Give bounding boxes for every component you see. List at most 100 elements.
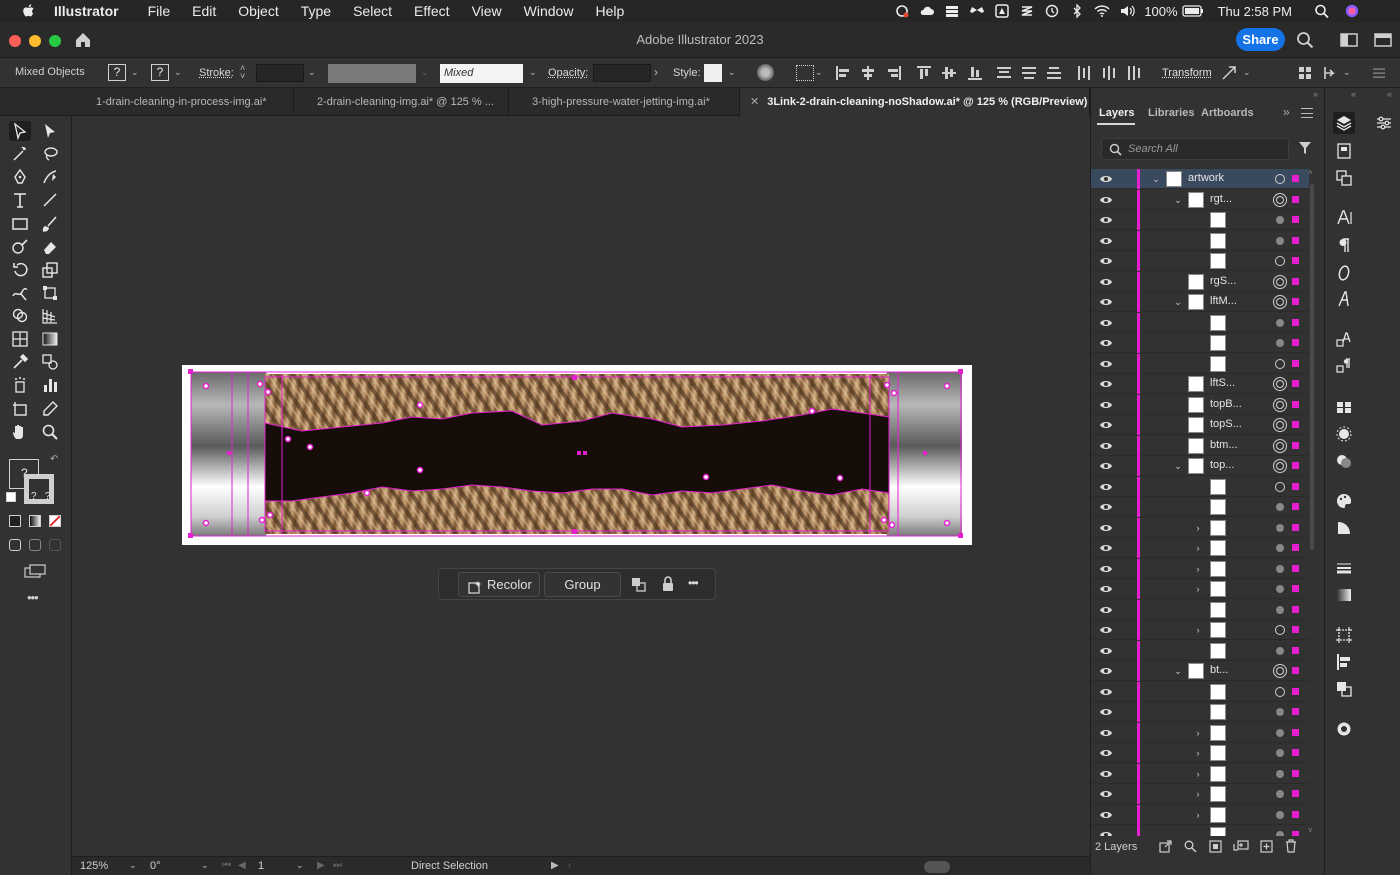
selection-indicator[interactable] — [1292, 749, 1299, 756]
free-transform-tool-icon[interactable] — [39, 283, 61, 303]
visibility-eye-icon[interactable] — [1099, 583, 1113, 595]
layer-name[interactable]: lftM... — [1210, 295, 1237, 307]
visibility-eye-icon[interactable] — [1099, 440, 1113, 452]
document-tab-3[interactable]: 3-high-pressure-water-jetting-img.ai* — [509, 88, 740, 116]
target-appearance-icon[interactable] — [1276, 810, 1284, 819]
visibility-eye-icon[interactable] — [1099, 337, 1113, 349]
new-sublayer-icon[interactable] — [1233, 840, 1249, 853]
visibility-eye-icon[interactable] — [1099, 604, 1113, 616]
none-mode-icon[interactable] — [49, 515, 61, 527]
target-appearance-icon[interactable] — [1276, 298, 1284, 306]
menu-app-name[interactable]: Illustrator — [54, 3, 119, 19]
expand-chevron-icon[interactable]: › — [1193, 563, 1203, 575]
volume-icon[interactable] — [1119, 4, 1136, 18]
visibility-eye-icon[interactable] — [1099, 768, 1113, 780]
layer-row[interactable] — [1091, 353, 1309, 374]
lock-toggle[interactable] — [1119, 397, 1133, 413]
scale-tool-icon[interactable] — [39, 260, 61, 280]
symbols-panel-icon[interactable] — [1333, 450, 1355, 472]
spotlight-search-icon[interactable] — [1314, 4, 1330, 18]
menu-select[interactable]: Select — [353, 3, 392, 19]
selection-indicator[interactable] — [1292, 380, 1299, 387]
zoom-chevron-icon[interactable]: ⌄ — [129, 860, 137, 871]
align-left-icon[interactable] — [835, 65, 851, 81]
menu-view[interactable]: View — [472, 3, 502, 19]
lock-toggle[interactable] — [1119, 417, 1133, 433]
layer-row[interactable] — [1091, 230, 1309, 251]
layer-name[interactable]: lftS... — [1210, 377, 1235, 389]
target-appearance-icon[interactable] — [1276, 790, 1284, 798]
menu-type[interactable]: Type — [301, 3, 331, 19]
lock-icon[interactable] — [661, 576, 675, 592]
recolor-button[interactable]: Recolor — [458, 572, 540, 597]
blend-tool-icon[interactable] — [39, 352, 61, 372]
selection-indicator[interactable] — [1292, 257, 1299, 264]
layer-row[interactable] — [1091, 251, 1309, 271]
stroke-indicator[interactable]: ? ? — [24, 474, 54, 504]
layer-row[interactable] — [1091, 476, 1309, 497]
target-appearance-icon[interactable] — [1276, 462, 1284, 470]
tab-artboards[interactable]: Artboards — [1201, 107, 1254, 119]
strip2-collapse-icon[interactable]: « — [1387, 89, 1392, 99]
drive-icon[interactable] — [994, 4, 1010, 18]
layer-search-input[interactable]: Search All — [1128, 143, 1178, 155]
last-artboard-icon[interactable]: ⏭ — [333, 860, 342, 871]
visibility-eye-icon[interactable] — [1099, 317, 1113, 329]
gradient-tool-icon[interactable] — [39, 329, 61, 349]
group-button[interactable]: Group — [544, 572, 621, 597]
expand-chevron-icon[interactable]: › — [1193, 788, 1203, 800]
target-appearance-icon[interactable] — [1276, 380, 1284, 388]
cloud-icon[interactable] — [919, 4, 935, 18]
pathfinder-panel-icon[interactable] — [1333, 678, 1355, 700]
distribute-horizontal-center-icon[interactable] — [1101, 65, 1117, 81]
visibility-eye-icon[interactable] — [1099, 706, 1113, 718]
character-styles-panel-icon[interactable] — [1333, 328, 1355, 350]
target-appearance-icon[interactable] — [1276, 195, 1284, 204]
layer-row[interactable]: › — [1091, 579, 1309, 599]
distribute-right-icon[interactable] — [1126, 65, 1142, 81]
layer-name[interactable]: top... — [1210, 459, 1234, 471]
visibility-eye-icon[interactable] — [1099, 214, 1113, 226]
target-appearance-icon[interactable] — [1275, 481, 1285, 492]
previous-artboard-icon[interactable]: ◀ — [238, 860, 246, 871]
target-appearance-icon[interactable] — [1276, 585, 1284, 593]
target-appearance-icon[interactable] — [1276, 523, 1284, 532]
layer-row[interactable]: › — [1091, 784, 1309, 804]
collapse-chevron-icon[interactable]: ⌄ — [1173, 665, 1183, 677]
layer-row[interactable]: › — [1091, 558, 1309, 579]
stroke-dropdown-chevron-icon[interactable]: ⌄ — [174, 67, 182, 77]
draw-inside-icon[interactable] — [49, 539, 61, 551]
pipe-artwork[interactable] — [182, 365, 972, 545]
select-similar-chevron-icon[interactable]: ⌄ — [1343, 67, 1351, 77]
expand-chevron-icon[interactable]: › — [1193, 522, 1203, 534]
appearance-panel-icon[interactable] — [1333, 718, 1355, 740]
more-options-button[interactable]: ••• — [688, 576, 699, 590]
document-tab-2[interactable]: 2-drain-cleaning-img.ai* @ 125 % ... — [294, 88, 509, 116]
horizontal-scrollbar-thumb[interactable] — [924, 861, 950, 873]
visibility-eye-icon[interactable] — [1099, 173, 1113, 185]
layers-scrollbar-thumb[interactable] — [1310, 184, 1314, 550]
gradient-panel-icon[interactable] — [1333, 584, 1355, 606]
rectangle-tool-icon[interactable] — [9, 214, 31, 234]
visibility-eye-icon[interactable] — [1099, 624, 1113, 636]
properties-panel-icon[interactable] — [1373, 112, 1395, 134]
lock-toggle[interactable] — [1119, 376, 1133, 392]
distribute-vertical-center-icon[interactable] — [1021, 65, 1037, 81]
visibility-eye-icon[interactable] — [1099, 645, 1113, 657]
selection-indicator[interactable] — [1292, 195, 1299, 203]
selection-indicator[interactable] — [1292, 462, 1299, 469]
stroke-swatch[interactable]: ? — [151, 64, 169, 81]
target-appearance-icon[interactable] — [1276, 667, 1284, 675]
expand-chevron-icon[interactable]: › — [1193, 747, 1203, 759]
arrange-documents-icon[interactable] — [1340, 33, 1358, 47]
symbol-sprayer-tool-icon[interactable] — [9, 375, 31, 395]
stroke-weight-chevron-icon[interactable]: ⌄ — [308, 67, 316, 77]
visibility-eye-icon[interactable] — [1099, 460, 1113, 472]
first-artboard-icon[interactable]: ⏮ — [222, 860, 231, 871]
target-appearance-icon[interactable] — [1275, 686, 1285, 697]
eraser-tool-icon[interactable] — [39, 237, 61, 257]
swap-fill-stroke-icon[interactable]: ↶ — [50, 454, 58, 465]
gradient-mode-icon[interactable] — [29, 515, 41, 527]
layer-name[interactable]: artwork — [1188, 172, 1224, 184]
perspective-grid-tool-icon[interactable] — [39, 306, 61, 326]
